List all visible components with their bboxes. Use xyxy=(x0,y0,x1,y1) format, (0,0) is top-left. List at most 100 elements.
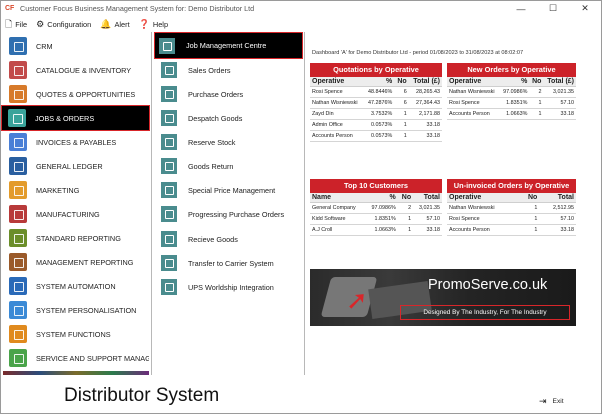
standard-reporting-icon xyxy=(9,229,27,247)
table-row[interactable]: Nathan Wisniewski 1 2,512.95 xyxy=(447,202,576,214)
submenu-label: Special Price Management xyxy=(188,185,276,195)
table-row[interactable]: Rosi Spence 1.8351% 1 57.10 xyxy=(447,97,576,109)
app-logo: CF xyxy=(5,5,15,12)
submenu-progressing-purchase-orders[interactable]: Progressing Purchase Orders xyxy=(157,203,302,225)
module-manufacturing[interactable]: MANUFACTURING xyxy=(3,202,149,226)
transfer-to-carrier-system-icon xyxy=(161,255,177,271)
menu-configuration[interactable]: ⚙ Configuration xyxy=(36,19,92,29)
column-header: % xyxy=(363,77,395,87)
table-cell: 2 xyxy=(397,202,414,214)
service-and-support-managi-icon xyxy=(9,349,27,367)
table-row[interactable]: Rosi Spence 1 57.10 xyxy=(447,213,576,225)
minimize-button[interactable]: — xyxy=(505,1,537,16)
module-crm[interactable]: CRM xyxy=(3,34,149,58)
module-catalogue-inventory[interactable]: CATALOGUE & INVENTORY xyxy=(3,58,149,82)
submenu-label: Goods Return xyxy=(188,161,234,171)
module-invoices-payables[interactable]: INVOICES & PAYABLES xyxy=(3,130,149,154)
submenu-despatch-goods[interactable]: Despatch Goods xyxy=(157,107,302,129)
table-row[interactable]: General Company 97.0986% 2 3,021.35 xyxy=(310,202,442,214)
submenu-ups-worldship-integration[interactable]: UPS Worldship Integration xyxy=(157,276,302,298)
banner-brand: PromoServe.co.uk xyxy=(428,277,548,293)
module-system-automation[interactable]: SYSTEM AUTOMATION xyxy=(3,274,149,298)
menu-configuration-label: Configuration xyxy=(47,19,92,29)
catalogue-inventory-icon xyxy=(9,61,27,79)
menu-file[interactable]: 🗋 File xyxy=(5,18,27,29)
table-cell: 2,512.95 xyxy=(539,202,576,214)
table-cell: 6 xyxy=(394,86,409,98)
table-cell: Accounts Person xyxy=(447,108,500,120)
table-cell: 57.10 xyxy=(543,97,576,109)
file-icon: 🗋 xyxy=(5,18,13,29)
table-row[interactable]: Zayd Din 3.7532% 1 2,171.88 xyxy=(310,108,442,120)
table-row[interactable]: Accounts Person 0.0573% 1 33.18 xyxy=(310,130,442,142)
module-marketing[interactable]: MARKETING xyxy=(3,178,149,202)
uninvoiced-panel: Un-invoiced Orders by Operative Operativ… xyxy=(447,179,576,236)
dashboard-panel: Dashboard 'A' for Demo Distributor Ltd -… xyxy=(306,32,601,375)
column-header: Total xyxy=(413,193,442,203)
table-cell: Accounts Person xyxy=(447,224,520,236)
module-quotes-opportunities[interactable]: QUOTES & OPPORTUNITIES xyxy=(3,82,149,106)
module-standard-reporting[interactable]: STANDARD REPORTING xyxy=(3,226,149,250)
module-system-functions[interactable]: SYSTEM FUNCTIONS xyxy=(3,322,149,346)
menu-help[interactable]: ❓ Help xyxy=(139,19,168,29)
table-row[interactable]: Kidd Software 1.8351% 1 57.10 xyxy=(310,213,442,225)
submenu-reserve-stock[interactable]: Reserve Stock xyxy=(157,131,302,153)
table-cell: 1 xyxy=(529,97,544,109)
module-general-ledger[interactable]: GENERAL LEDGER xyxy=(3,154,149,178)
table-cell: 6 xyxy=(394,97,409,109)
system-personalisation-icon xyxy=(9,301,27,319)
table-row[interactable]: Admin Office 0.0573% 1 33.18 xyxy=(310,119,442,131)
submenu-label: Reserve Stock xyxy=(188,137,236,147)
table-cell: 33.18 xyxy=(408,119,442,131)
table-cell: 57.10 xyxy=(413,213,442,225)
submenu-job-management-centre[interactable]: Job Management Centre xyxy=(154,32,303,59)
arrow-icon: ➚ xyxy=(346,285,368,315)
submenu-special-price-management[interactable]: Special Price Management xyxy=(157,179,302,201)
exit-button[interactable]: ⇥ Exit xyxy=(539,396,564,407)
management-reporting-icon xyxy=(9,253,27,271)
submenu-goods-return[interactable]: Goods Return xyxy=(157,155,302,177)
menu-alert[interactable]: 🔔 Alert xyxy=(100,19,129,29)
crm-icon xyxy=(9,37,27,55)
job-management-centre-icon xyxy=(159,37,175,54)
module-management-reporting[interactable]: MANAGEMENT REPORTING xyxy=(3,250,149,274)
marketing-icon xyxy=(9,181,27,199)
table-row[interactable]: A.J Croll 1.0663% 1 33.18 xyxy=(310,224,442,236)
general-ledger-icon xyxy=(9,157,27,175)
column-header: No xyxy=(529,77,544,87)
maximize-button[interactable]: ☐ xyxy=(537,1,569,16)
banner-tagline: Designed By The Industry, For The Indust… xyxy=(400,305,570,320)
module-label: CATALOGUE & INVENTORY xyxy=(36,65,132,75)
table-row[interactable]: Rosi Spence 48.8446% 6 28,265.43 xyxy=(310,86,442,98)
new-orders-panel: New Orders by Operative Operative% No Tota… xyxy=(447,63,576,120)
system-title: Distributor System xyxy=(64,385,220,406)
table-cell: 33.18 xyxy=(408,130,442,142)
table-row[interactable]: Accounts Person 1.0663% 1 33.18 xyxy=(447,108,576,120)
jobs-orders-icon xyxy=(8,109,26,127)
submenu-recieve-goods[interactable]: Recieve Goods xyxy=(157,228,302,250)
promo-banner[interactable]: ➚ PromoServe.co.uk Designed By The Indus… xyxy=(310,269,576,326)
progressing-purchase-orders-icon xyxy=(161,206,177,222)
module-label: GENERAL LEDGER xyxy=(36,161,103,171)
top-customers-panel: Top 10 Customers Name% No Total General Com… xyxy=(310,179,442,236)
module-service-and-support-managi[interactable]: SERVICE AND SUPPORT MANAGI xyxy=(3,346,149,370)
module-label: STANDARD REPORTING xyxy=(36,233,121,243)
table-cell: A.J Croll xyxy=(310,224,366,236)
table-cell: 47.2876% xyxy=(363,97,395,109)
module-label: MANAGEMENT REPORTING xyxy=(36,257,134,267)
table-row[interactable]: Nathan Wisniewski 97.0986% 2 3,021.35 xyxy=(447,86,576,98)
table-cell: 33.18 xyxy=(543,108,576,120)
table-row[interactable]: Accounts Person 1 33.18 xyxy=(447,224,576,236)
module-system-personalisation[interactable]: SYSTEM PERSONALISATION xyxy=(3,298,149,322)
menu-bar: 🗋 File ⚙ Configuration 🔔 Alert ❓ Help xyxy=(1,16,601,32)
module-jobs-orders[interactable]: JOBS & ORDERS xyxy=(1,105,150,131)
submenu-sales-orders[interactable]: Sales Orders xyxy=(157,59,302,81)
table-cell: Rosi Spence xyxy=(447,97,500,109)
close-button[interactable]: ✕ xyxy=(569,1,601,16)
table-cell: Zayd Din xyxy=(310,108,364,120)
submenu-transfer-to-carrier-system[interactable]: Transfer to Carrier System xyxy=(157,252,302,274)
table-row[interactable]: Nathan Wisniewski 47.2876% 6 27,364.43 xyxy=(310,97,442,109)
table-cell: 3,021.35 xyxy=(543,86,576,98)
table-cell: Rosi Spence xyxy=(310,86,364,98)
submenu-purchase-orders[interactable]: Purchase Orders xyxy=(157,83,302,105)
